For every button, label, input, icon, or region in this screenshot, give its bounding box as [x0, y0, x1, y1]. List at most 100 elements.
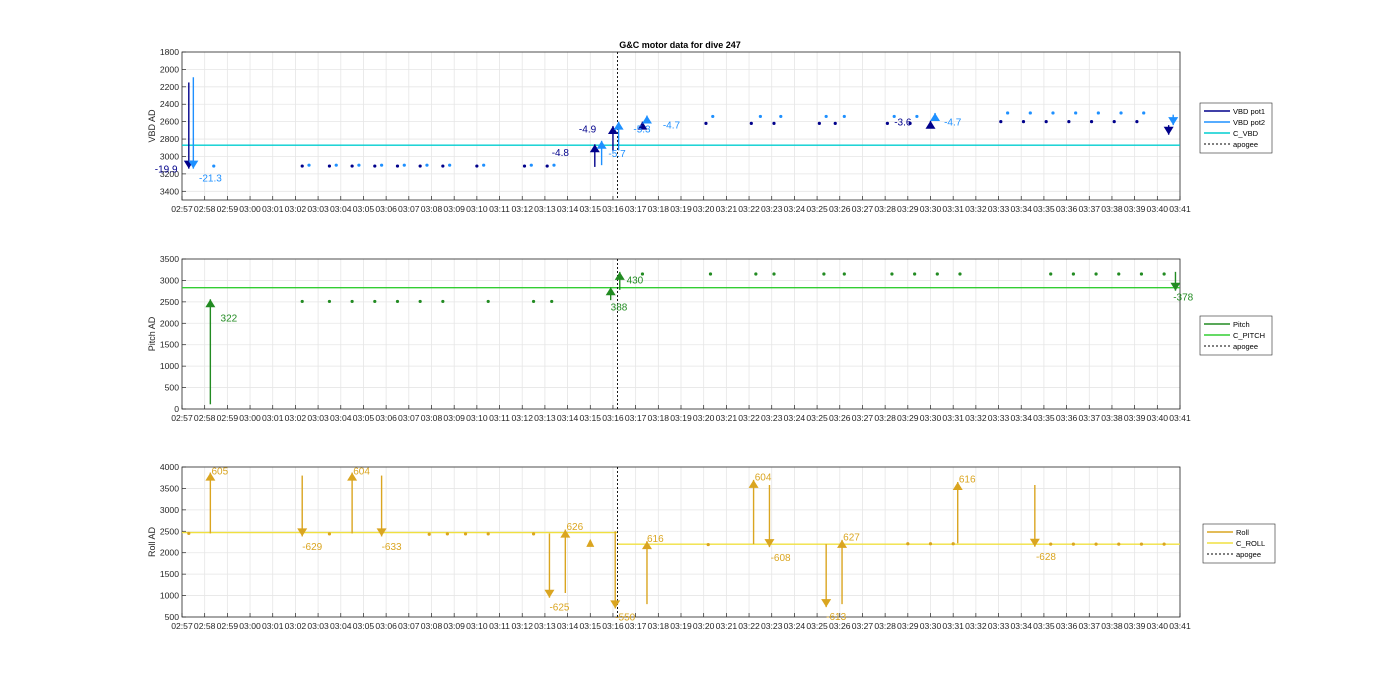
vbd-xtick-label: 03:28 — [874, 204, 896, 214]
pitch-data-point — [441, 299, 445, 304]
vbd-data-point — [475, 164, 479, 168]
pitch-xtick-label: 03:21 — [716, 413, 738, 423]
vbd-xtick-label: 03:07 — [398, 204, 420, 214]
pitch-data-point — [395, 299, 400, 304]
roll-data-label: 604 — [755, 472, 772, 483]
vbd-xtick-label: 03:41 — [1169, 204, 1191, 214]
roll-xtick-label: 03:23 — [761, 621, 783, 631]
pitch-data-point — [754, 272, 758, 276]
vbd-xtick-label: 03:16 — [602, 204, 624, 214]
vbd-data-point — [1119, 111, 1123, 115]
roll-ytick-label: 4000 — [160, 462, 179, 472]
roll-xtick-label: 02:57 — [171, 621, 193, 631]
vbd-data-point — [448, 163, 452, 167]
roll-data-point — [706, 542, 710, 547]
vbd-data-point — [425, 163, 429, 167]
pitch-xtick-label: 03:22 — [738, 413, 760, 423]
vbd-data-label: -21.3 — [199, 173, 222, 184]
pitch-xtick-label: 03:19 — [670, 413, 692, 423]
vbd-move-arrowhead — [613, 121, 624, 130]
roll-data-label: 626 — [566, 522, 583, 533]
pitch-xtick-label: 03:40 — [1147, 413, 1169, 423]
vbd-data-point — [1089, 120, 1094, 124]
vbd-xtick-label: 03:22 — [738, 204, 760, 214]
pitch-data-point — [486, 299, 490, 304]
pitch-xtick-label: 03:00 — [239, 413, 261, 423]
vbd-data-label: -3.6 — [894, 118, 912, 129]
vbd-xtick-label: 03:12 — [511, 204, 533, 214]
vbd-data-point — [842, 114, 846, 119]
pitch-xtick-label: 03:33 — [988, 413, 1010, 423]
vbd-data-point — [999, 120, 1003, 124]
vbd-xtick-label: 03:17 — [625, 204, 647, 214]
pitch-data-point — [300, 299, 304, 304]
vbd-xtick-label: 03:31 — [942, 204, 964, 214]
pitch-xtick-label: 03:09 — [443, 413, 465, 423]
pitch-legend-label: C_PITCH — [1233, 331, 1265, 340]
vbd-data-point — [824, 114, 828, 119]
pitch-xtick-label: 03:32 — [965, 413, 987, 423]
roll-data-point — [1139, 542, 1144, 546]
roll-data-label: 604 — [353, 466, 370, 477]
pitch-xtick-label: 02:57 — [171, 413, 193, 423]
roll-data-point — [445, 532, 449, 536]
vbd-data-point — [402, 163, 406, 167]
roll-move-arrowhead — [764, 539, 775, 548]
pitch-data-point — [327, 299, 332, 304]
pitch-data-point — [531, 299, 536, 304]
pitch-xtick-label: 03:28 — [874, 413, 896, 423]
roll-xtick-label: 03:39 — [1124, 621, 1146, 631]
pitch-xtick-label: 03:20 — [693, 413, 715, 423]
vbd-data-point — [1112, 120, 1116, 124]
vbd-xtick-label: 02:59 — [217, 204, 239, 214]
roll-move-arrowhead — [1029, 538, 1040, 547]
vbd-data-point — [1006, 111, 1010, 115]
roll-xtick-label: 03:28 — [874, 621, 896, 631]
vbd-xtick-label: 03:34 — [1010, 204, 1032, 214]
pitch-xtick-label: 03:35 — [1033, 413, 1055, 423]
vbd-grid — [181, 51, 1181, 200]
roll-data-point — [531, 532, 536, 536]
vbd-data-point — [357, 163, 361, 167]
vbd-data-point — [482, 163, 486, 167]
roll-xtick-label: 03:13 — [534, 621, 556, 631]
pitch-data-label: -378 — [1173, 293, 1193, 304]
pitch-move-arrowhead — [605, 287, 616, 296]
roll-xtick-label: 03:41 — [1169, 621, 1191, 631]
roll-data-point — [1117, 542, 1121, 546]
roll-grid — [181, 466, 1181, 618]
roll-xtick-label: 03:19 — [670, 621, 692, 631]
roll-xtick-label: 03:31 — [942, 621, 964, 631]
vbd-ytick-label: 2200 — [160, 82, 179, 92]
pitch-xtick-label: 03:18 — [648, 413, 670, 423]
pitch-xtick-label: 03:12 — [511, 413, 533, 423]
roll-data-label: 627 — [843, 532, 860, 543]
roll-data-point — [951, 542, 955, 546]
roll-xtick-label: 03:27 — [852, 621, 874, 631]
pitch-xtick-label: 02:59 — [217, 413, 239, 423]
roll-panel: 02:57 02:58 02:59 03:00 03:01 03:02 03:03 03:04… — [147, 462, 1276, 631]
pitch-xtick-label: 03:23 — [761, 413, 783, 423]
pitch-xtick-label: 03:38 — [1101, 413, 1123, 423]
roll-data-label: 605 — [211, 466, 228, 477]
roll-ytick-label: 500 — [165, 612, 180, 622]
pitch-move-arrowhead — [1170, 282, 1181, 291]
pitch-data-point — [1071, 272, 1075, 276]
vbd-xtick-label: 03:35 — [1033, 204, 1055, 214]
vbd-ylabel: VBD AD — [147, 109, 157, 143]
pitch-data-point — [842, 272, 846, 276]
vbd-data-point — [307, 163, 311, 167]
vbd-data-point — [1044, 120, 1048, 124]
roll-xtick-label: 03:34 — [1010, 621, 1032, 631]
vbd-data-point — [915, 114, 919, 119]
roll-data-point — [187, 531, 191, 536]
roll-xtick-label: 03:36 — [1056, 621, 1078, 631]
pitch-xtick-label: 03:30 — [920, 413, 942, 423]
roll-ytick-label: 3500 — [160, 483, 179, 493]
pitch-data-point — [418, 299, 422, 304]
roll-data-point — [1162, 542, 1166, 546]
roll-xtick-label: 03:05 — [353, 621, 375, 631]
roll-xtick-label: 03:04 — [330, 621, 352, 631]
pitch-xtick-label: 03:37 — [1079, 413, 1101, 423]
vbd-data-point — [711, 114, 715, 119]
